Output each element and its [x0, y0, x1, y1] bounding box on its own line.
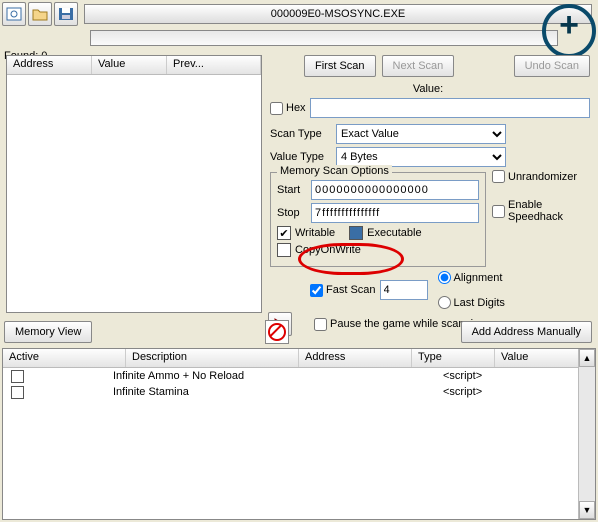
col-value[interactable]: Value	[92, 56, 167, 74]
scan-type-select[interactable]: Exact Value	[336, 124, 506, 144]
fast-scan-checkbox[interactable]: Fast Scan	[310, 284, 376, 297]
progress-bar	[90, 30, 558, 46]
add-address-manually-button[interactable]: Add Address Manually	[461, 321, 592, 343]
executable-checkbox[interactable]: Executable	[349, 226, 421, 240]
process-title: 000009E0-MSOSYNC.EXE	[84, 4, 592, 24]
save-icon[interactable]	[54, 2, 78, 26]
scrollbar[interactable]: ▲ ▼	[578, 349, 595, 519]
col-type[interactable]: Type	[412, 349, 495, 367]
value-type-select[interactable]: 4 Bytes	[336, 147, 506, 167]
hex-checkbox[interactable]: Hex	[270, 102, 306, 115]
row-value: <script>	[443, 370, 482, 382]
scroll-up-icon[interactable]: ▲	[579, 349, 595, 367]
fast-scan-value[interactable]	[380, 280, 428, 300]
scan-type-label: Scan Type	[270, 128, 332, 140]
memory-view-button[interactable]: Memory View	[4, 321, 92, 343]
next-scan-button[interactable]: Next Scan	[382, 55, 455, 77]
first-scan-button[interactable]: First Scan	[304, 55, 376, 77]
row-value: <script>	[443, 386, 482, 398]
row-active-checkbox[interactable]	[11, 386, 24, 399]
scroll-down-icon[interactable]: ▼	[579, 501, 595, 519]
row-active-checkbox[interactable]	[11, 370, 24, 383]
row-desc: Infinite Ammo + No Reload	[113, 370, 273, 382]
copyonwrite-checkbox[interactable]: CopyOnWrite	[277, 243, 361, 257]
value-label: Value:	[413, 83, 443, 95]
col-address[interactable]: Address	[299, 349, 412, 367]
value-input[interactable]	[310, 98, 590, 118]
last-digits-radio[interactable]: Last Digits	[438, 296, 505, 309]
col-active[interactable]: Active	[3, 349, 126, 367]
value-type-label: Value Type	[270, 151, 332, 163]
start-label: Start	[277, 184, 307, 196]
col-prev[interactable]: Prev...	[167, 56, 261, 74]
alignment-radio[interactable]: Alignment	[438, 271, 505, 284]
table-row[interactable]: Infinite Stamina <script>	[3, 384, 595, 400]
col-address[interactable]: Address	[7, 56, 92, 74]
row-desc: Infinite Stamina	[113, 386, 273, 398]
open-process-icon[interactable]	[2, 2, 26, 26]
disable-icon[interactable]	[265, 320, 289, 344]
cheat-table[interactable]: Active Description Address Type Value In…	[2, 348, 596, 520]
open-file-icon[interactable]	[28, 2, 52, 26]
unrandomizer-checkbox[interactable]: Unrandomizer	[492, 170, 590, 183]
speedhack-checkbox[interactable]: Enable Speedhack	[492, 199, 590, 223]
stop-input[interactable]	[311, 203, 479, 223]
stop-label: Stop	[277, 207, 307, 219]
memory-scan-options-label: Memory Scan Options	[277, 165, 392, 177]
table-row[interactable]: Infinite Ammo + No Reload <script>	[3, 368, 595, 384]
results-list[interactable]: Address Value Prev...	[6, 55, 262, 313]
start-input[interactable]	[311, 180, 479, 200]
col-description[interactable]: Description	[126, 349, 299, 367]
writable-checkbox[interactable]: ✔Writable	[277, 226, 335, 240]
undo-scan-button[interactable]: Undo Scan	[514, 55, 590, 77]
